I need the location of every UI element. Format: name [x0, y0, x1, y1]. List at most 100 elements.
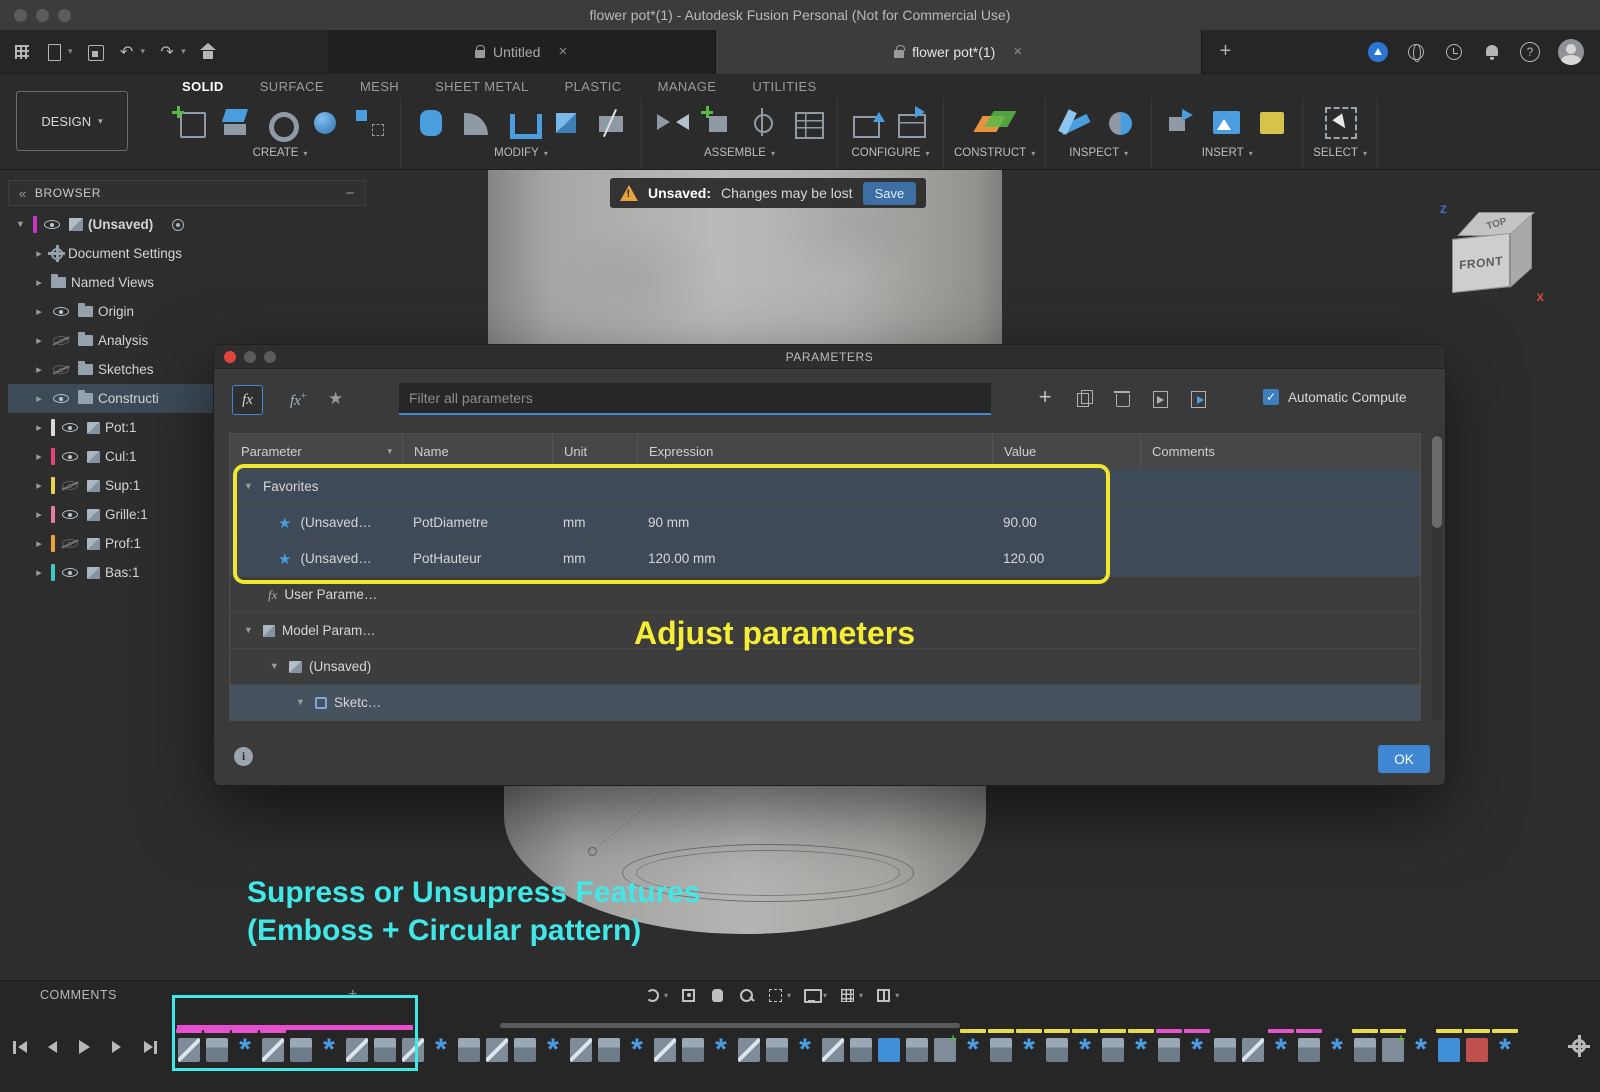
visibility-on-icon[interactable] — [62, 510, 78, 519]
chevron-down-icon[interactable]: ▾ — [68, 46, 73, 57]
import-parameters-icon[interactable] — [1151, 389, 1169, 408]
parameter-row-pothauteur[interactable]: ★ (Unsaved… PotHauteur mm 120.00 mm 120.00 — [230, 540, 1420, 576]
add-comment-icon[interactable]: + — [348, 986, 358, 1004]
ribbon-tab-solid[interactable]: SOLID — [182, 79, 224, 94]
section-analysis-icon[interactable] — [1101, 104, 1141, 142]
row-unsaved[interactable]: ▸ (Unsaved) — [230, 648, 1420, 684]
orbit-button[interactable]: ▾ — [644, 987, 668, 1004]
timeline-feature-27[interactable] — [903, 1029, 931, 1069]
chevron-down-icon[interactable]: ▸ — [243, 480, 256, 494]
comments-cell[interactable] — [1140, 505, 1420, 540]
expression-cell[interactable]: 120.00 mm — [637, 541, 992, 576]
flower-pot-model-bottom[interactable] — [504, 786, 986, 934]
delete-parameter-icon[interactable] — [1113, 389, 1131, 407]
timeline-feature-32[interactable] — [1043, 1029, 1071, 1069]
visibility-off-icon[interactable] — [62, 539, 78, 548]
viewcube[interactable]: TOP FRONT Z X — [1440, 198, 1552, 310]
fx-filter-button[interactable]: fx — [232, 385, 263, 415]
group-menu-inspect[interactable]: INSPECT ▾ — [1069, 147, 1128, 159]
grid-settings-button[interactable]: ▾ — [839, 987, 863, 1004]
shell-icon[interactable] — [501, 104, 542, 142]
press-pull-icon[interactable] — [411, 104, 451, 142]
timeline-feature-45[interactable]: * — [1407, 1029, 1435, 1069]
ribbon-tab-sheet-metal[interactable]: SHEET METAL — [435, 79, 529, 94]
chevron-right-icon[interactable]: ▸ — [32, 508, 46, 521]
tab-untitled[interactable]: Untitled × — [327, 29, 716, 74]
minimize-panel-icon[interactable]: − — [346, 185, 355, 202]
app-grid-icon[interactable] — [12, 42, 32, 62]
help-icon[interactable]: ? — [1520, 41, 1540, 62]
chevron-down-icon[interactable]: ▾ — [141, 46, 146, 57]
timeline-feature-6[interactable]: * — [315, 1029, 343, 1069]
job-status-icon[interactable] — [1444, 42, 1464, 62]
go-to-end-button[interactable] — [138, 1037, 160, 1057]
extensions-icon[interactable] — [1368, 41, 1388, 62]
timeline-feature-33[interactable]: * — [1071, 1029, 1099, 1069]
timeline-feature-30[interactable] — [987, 1029, 1015, 1069]
timeline-feature-29[interactable]: * — [959, 1029, 987, 1069]
split-body-icon[interactable] — [591, 104, 631, 142]
timeline-feature-39[interactable] — [1239, 1029, 1267, 1069]
favorite-star-icon[interactable]: ★ — [278, 550, 291, 568]
display-settings-button[interactable]: ▾ — [803, 987, 827, 1004]
chevron-right-icon[interactable]: ▸ — [32, 276, 46, 289]
row-sketc[interactable]: ▸ Sketc… — [230, 684, 1420, 720]
chevron-down-icon[interactable]: ▸ — [295, 696, 308, 710]
chevron-down-icon[interactable]: ▸ — [269, 660, 282, 674]
timeline-feature-21[interactable] — [735, 1029, 763, 1069]
chevron-right-icon[interactable]: ▸ — [32, 450, 46, 463]
checkbox-checked-icon[interactable]: ✓ — [1263, 389, 1279, 405]
table-scrollbar[interactable] — [1432, 434, 1442, 720]
chevron-down-icon[interactable]: ▾ — [859, 991, 863, 1000]
zoom-button[interactable] — [738, 987, 755, 1004]
ribbon-tab-surface[interactable]: SURFACE — [260, 79, 324, 94]
notifications-icon[interactable] — [1482, 42, 1502, 62]
redo-icon[interactable]: ↷ — [157, 42, 177, 62]
timeline-feature-41[interactable] — [1295, 1029, 1323, 1069]
favorites-filter-icon[interactable]: ★ — [328, 389, 343, 409]
timeline-feature-43[interactable] — [1351, 1029, 1379, 1069]
viewcube-front-face[interactable]: FRONT — [1452, 232, 1510, 294]
new-component-icon[interactable] — [697, 104, 737, 142]
filter-parameters-input[interactable] — [399, 383, 991, 415]
chevron-down-icon[interactable]: ▾ — [181, 46, 186, 57]
chevron-down-icon[interactable]: ▾ — [895, 991, 899, 1000]
column-header-unit[interactable]: Unit — [552, 434, 637, 468]
chevron-right-icon[interactable]: ▸ — [32, 305, 46, 318]
insert-mcmaster-icon[interactable] — [1252, 104, 1292, 142]
timeline-feature-17[interactable]: * — [623, 1029, 651, 1069]
home-view-icon[interactable] — [198, 42, 218, 62]
parameter-row-potdiametre[interactable]: ★ (Unsaved… PotDiametre mm 90 mm 90.00 — [230, 504, 1420, 540]
online-status-icon[interactable] — [1406, 42, 1426, 62]
create-sketch-icon[interactable] — [170, 104, 210, 142]
design-workspace-button[interactable]: DESIGN ▾ — [16, 91, 128, 151]
group-menu-construct[interactable]: CONSTRUCT ▾ — [954, 147, 1035, 159]
play-button[interactable] — [74, 1037, 96, 1057]
timeline-feature-35[interactable]: * — [1127, 1029, 1155, 1069]
timeline-feature-28[interactable] — [931, 1029, 959, 1069]
save-button[interactable]: Save — [862, 181, 917, 205]
timeline-feature-37[interactable]: * — [1183, 1029, 1211, 1069]
group-menu-modify[interactable]: MODIFY ▾ — [494, 147, 548, 159]
ok-button[interactable]: OK — [1378, 745, 1430, 773]
add-parameter-icon[interactable]: + — [1036, 386, 1054, 408]
add-user-parameter-icon[interactable]: fx — [290, 391, 306, 410]
group-menu-create[interactable]: CREATE ▾ — [253, 147, 308, 159]
chevron-down-icon[interactable]: ▾ — [823, 991, 827, 1000]
timeline-feature-18[interactable] — [651, 1029, 679, 1069]
viewports-button[interactable]: ▾ — [875, 987, 899, 1004]
timeline-feature-12[interactable] — [483, 1029, 511, 1069]
go-to-start-button[interactable] — [10, 1037, 32, 1057]
visibility-on-icon[interactable] — [62, 423, 78, 432]
visibility-on-icon[interactable] — [53, 394, 69, 403]
timeline-feature-25[interactable] — [847, 1029, 875, 1069]
settings-gear-icon[interactable] — [1568, 1035, 1590, 1057]
duplicate-parameter-icon[interactable] — [1075, 389, 1093, 407]
group-menu-select[interactable]: SELECT ▾ — [1313, 147, 1367, 159]
visibility-on-icon[interactable] — [44, 220, 60, 229]
visibility-on-icon[interactable] — [62, 452, 78, 461]
group-menu-insert[interactable]: INSERT ▾ — [1202, 147, 1253, 159]
column-header-expression[interactable]: Expression — [637, 434, 992, 468]
timeline-feature-38[interactable] — [1211, 1029, 1239, 1069]
timeline-feature-8[interactable] — [371, 1029, 399, 1069]
